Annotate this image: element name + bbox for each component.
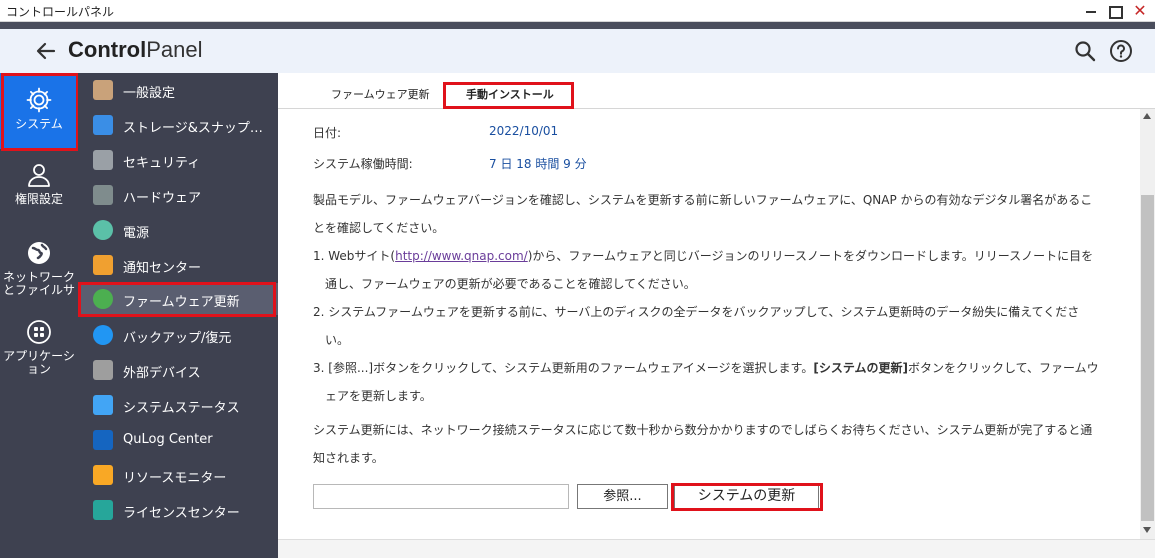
- lock-icon: [93, 150, 113, 170]
- sidebar-item-label: リソースモニター: [123, 471, 227, 486]
- uptime-label: システム稼働時間:: [313, 157, 413, 171]
- globe-icon: [28, 242, 50, 264]
- tab-manual-install[interactable]: 手動インストール: [466, 86, 554, 102]
- apps-icon: [27, 320, 51, 344]
- step-2-text: 2. システムファームウェアを更新する前に、サーバ上のディスクの全データをバック…: [313, 305, 1080, 347]
- sidebar-item-label: 外部デバイス: [123, 366, 201, 381]
- sidebar-item-label: ハードウェア: [123, 191, 202, 206]
- window-titlebar: コントロールパネル ✕: [0, 0, 1155, 22]
- sidebar-item-storage[interactable]: ストレージ&スナップシ...: [78, 109, 278, 141]
- rail-item-label: システム: [15, 117, 63, 131]
- date-label: 日付:: [313, 126, 342, 140]
- scroll-down-icon[interactable]: [1143, 527, 1151, 533]
- firmware-file-field[interactable]: [313, 484, 569, 509]
- back-arrow-icon[interactable]: [34, 39, 58, 63]
- qnap-link[interactable]: http://www.qnap.com/: [395, 249, 528, 263]
- sidebar-item-security[interactable]: セキュリティ: [78, 144, 278, 176]
- license-icon: [93, 500, 113, 520]
- maximize-icon[interactable]: [1106, 2, 1124, 20]
- rail-item-applications[interactable]: アプリケーシ ョン: [0, 318, 78, 382]
- step-3-prefix: 3. [参照...]ボタンをクリックして、システム更新用のファームウェアイメージ…: [313, 361, 814, 375]
- sidebar-item-firmware[interactable]: ファームウェア更新: [78, 283, 278, 315]
- user-icon: [28, 164, 50, 187]
- app-header: ControlPanel: [0, 29, 1155, 73]
- window-title: コントロールパネル: [6, 5, 115, 19]
- hardware-icon: [93, 185, 113, 205]
- sidebar-item-label: QuLog Center: [123, 432, 213, 447]
- rail-item-label-line2: ョン: [26, 362, 51, 376]
- rail-item-label-line2: とファイルサ: [2, 283, 75, 297]
- date-value: 2022/10/01: [489, 124, 559, 138]
- external-device-icon: [93, 360, 113, 380]
- sidebar-item-label: セキュリティ: [123, 156, 201, 171]
- vertical-scrollbar[interactable]: [1140, 109, 1155, 539]
- page-title: ControlPanel: [68, 37, 202, 63]
- category-rail: システム 権限設定 ネットワーク とファイルサ アプリケーシ ョン: [0, 73, 78, 558]
- sidebar-item-label: ライセンスセンター: [123, 506, 240, 521]
- rail-item-network[interactable]: ネットワーク とファイルサ: [0, 239, 78, 303]
- intro-text: 製品モデル、ファームウェアバージョンを確認し、システムを更新する前に新しいファー…: [313, 193, 1093, 235]
- note-text: システム更新には、ネットワーク接続ステータスに応じて数十秒から数分かかりますので…: [313, 423, 1093, 465]
- sidebar-item-qulog[interactable]: QuLog Center: [78, 424, 278, 456]
- rail-item-system[interactable]: システム: [0, 73, 78, 149]
- sidebar-item-system-status[interactable]: システムステータス: [78, 389, 278, 421]
- resource-monitor-icon: [93, 465, 113, 485]
- sidebar-item-label: 通知センター: [123, 261, 202, 276]
- sidebar-item-label: 電源: [123, 226, 150, 241]
- page-title-rest: Panel: [146, 37, 203, 62]
- main-content: 日付: 2022/10/01 システム稼働時間: 7 日 18 時間 9 分 製…: [278, 109, 1140, 539]
- scrollbar-thumb[interactable]: [1141, 195, 1154, 521]
- system-update-button[interactable]: システムの更新: [674, 484, 819, 509]
- rail-item-privilege[interactable]: 権限設定: [0, 161, 78, 221]
- page-title-bold: Control: [68, 37, 147, 62]
- minimize-icon[interactable]: [1082, 2, 1100, 20]
- uptime-value: 7 日 18 時間 9 分: [489, 157, 587, 171]
- scroll-up-icon[interactable]: [1143, 113, 1151, 119]
- system-status-icon: [93, 395, 113, 415]
- sidebar-item-notification[interactable]: 通知センター: [78, 249, 278, 281]
- sidebar-item-label: ストレージ&スナップシ...: [123, 121, 273, 136]
- sidebar-item-hardware[interactable]: ハードウェア: [78, 179, 278, 211]
- firmware-icon: [93, 289, 113, 309]
- sidebar-item-backup[interactable]: バックアップ/復元: [78, 319, 278, 351]
- backup-icon: [93, 325, 113, 345]
- search-icon[interactable]: [1073, 39, 1097, 63]
- sidebar-item-label: バックアップ/復元: [123, 331, 232, 346]
- storage-icon: [93, 115, 113, 135]
- tab-bar: ファームウェア更新 手動インストール: [278, 73, 1155, 109]
- sidebar-item-label: システムステータス: [123, 401, 240, 416]
- sidebar-item-power[interactable]: 電源: [78, 214, 278, 246]
- settings-sidebar: 一般設定 ストレージ&スナップシ... セキュリティ ハードウェア 電源 通知セ…: [78, 73, 278, 558]
- sidebar-item-label: 一般設定: [123, 86, 176, 101]
- gear-icon: [26, 87, 52, 113]
- qulog-icon: [93, 430, 113, 450]
- step-1-text: 1. Webサイト(http://www.qnap.com/)から、ファームウェ…: [313, 242, 1103, 298]
- step-3-text: 3. [参照...]ボタンをクリックして、システム更新用のファームウェアイメージ…: [313, 354, 1103, 410]
- browse-button[interactable]: 参照...: [577, 484, 668, 509]
- sidebar-item-license[interactable]: ライセンスセンター: [78, 494, 278, 526]
- general-settings-icon: [93, 80, 113, 100]
- help-icon[interactable]: [1109, 39, 1133, 63]
- power-icon: [93, 220, 113, 240]
- close-icon[interactable]: ✕: [1131, 2, 1149, 20]
- footer-bar: [278, 539, 1155, 558]
- sidebar-item-resource-monitor[interactable]: リソースモニター: [78, 459, 278, 491]
- step-3-bold: [システムの更新]: [813, 361, 908, 375]
- sidebar-item-general[interactable]: 一般設定: [78, 74, 278, 106]
- titlebar-divider: [0, 22, 1155, 29]
- sidebar-item-label: ファームウェア更新: [123, 295, 240, 310]
- tab-firmware-update[interactable]: ファームウェア更新: [331, 86, 430, 102]
- step-1-prefix: 1. Webサイト(: [313, 249, 396, 263]
- notification-icon: [93, 255, 113, 275]
- sidebar-item-external-device[interactable]: 外部デバイス: [78, 354, 278, 386]
- rail-item-label: 権限設定: [14, 192, 63, 206]
